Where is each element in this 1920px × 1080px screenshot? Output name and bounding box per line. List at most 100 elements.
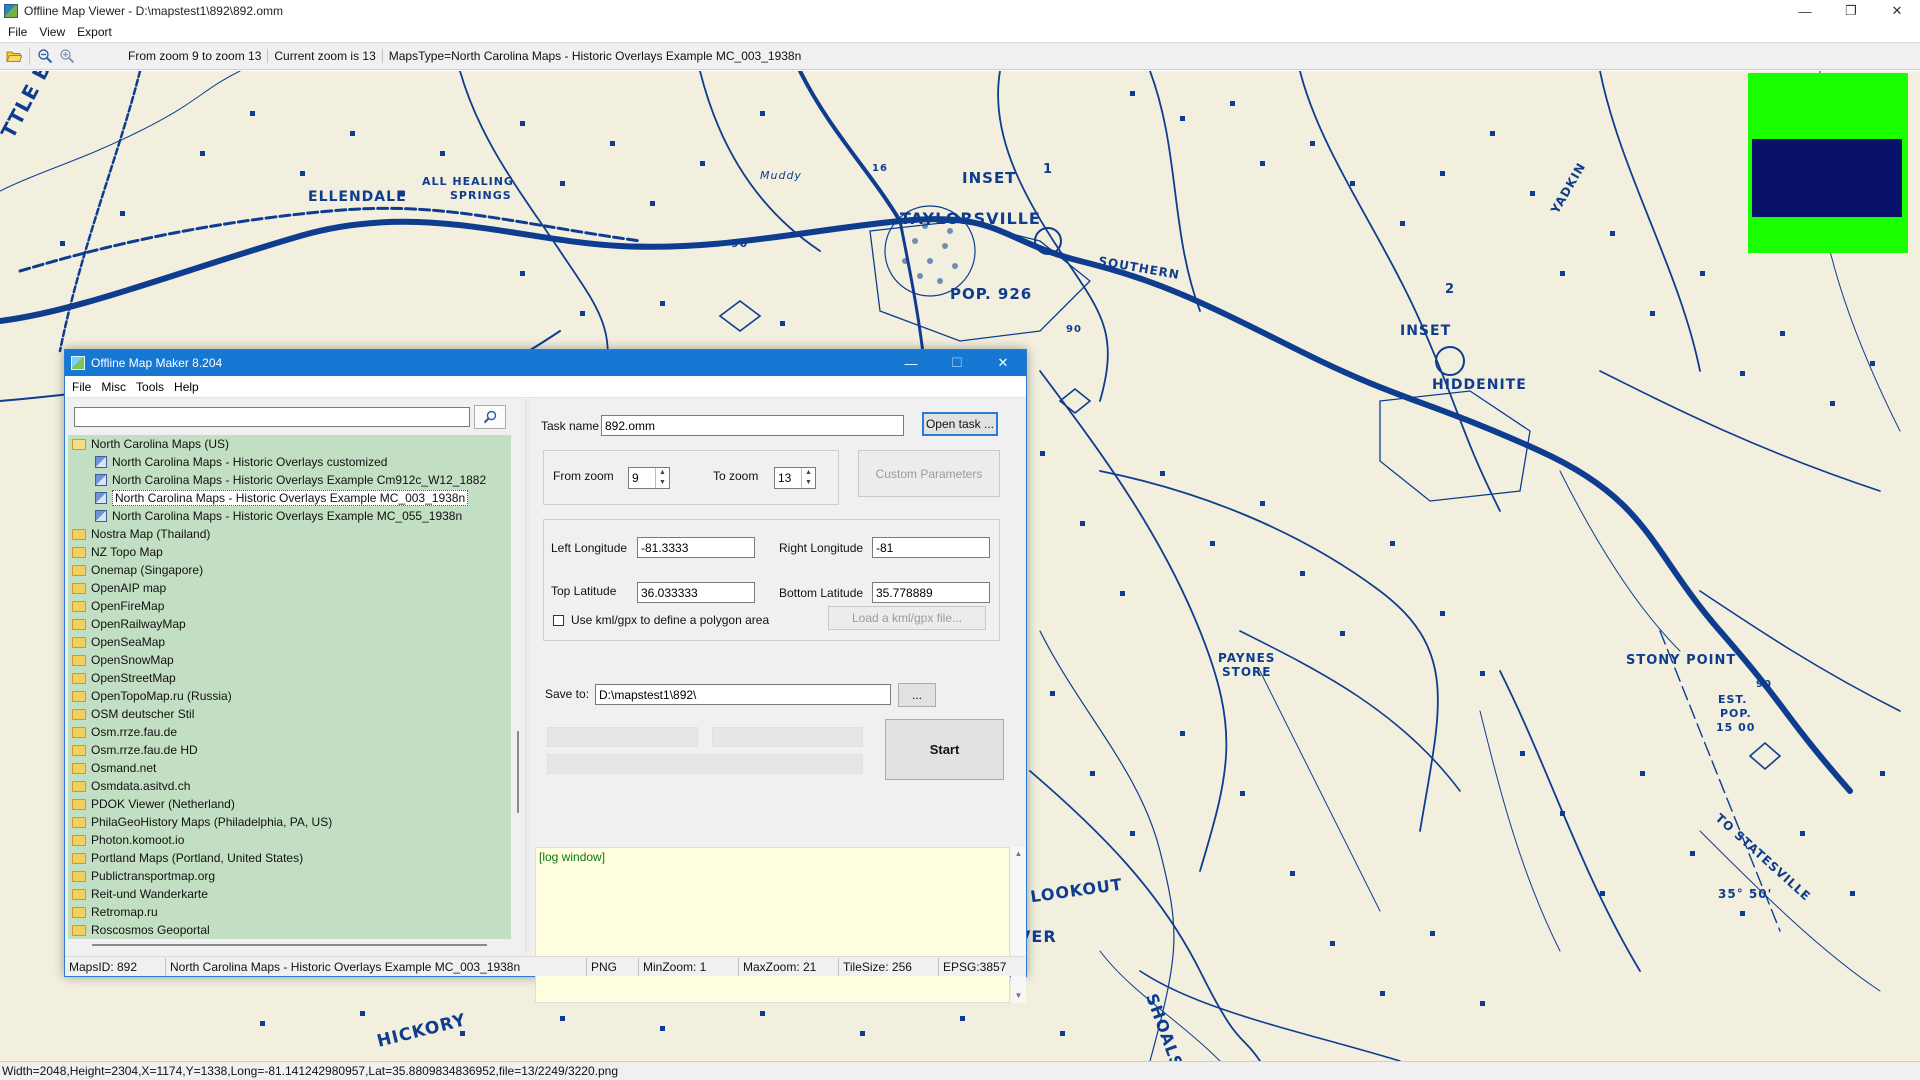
tree-folder-item[interactable]: OSM deutscher Stil <box>68 705 511 723</box>
right-longitude-label: Right Longitude <box>779 541 864 555</box>
open-task-button[interactable]: Open task ... <box>922 412 998 436</box>
tree-folder-item[interactable]: Retromap.ru <box>68 903 511 921</box>
folder-icon <box>72 636 86 648</box>
tree-folder-label: Portland Maps (Portland, United States) <box>91 851 304 865</box>
map-label-inset-right: INSET <box>1400 323 1452 339</box>
tree-folder-label: NZ Topo Map <box>91 545 163 559</box>
folder-icon <box>72 600 86 612</box>
tree-folder-item[interactable]: PDOK Viewer (Netherland) <box>68 795 511 813</box>
tree-folder-label: Osm.rrze.fau.de <box>91 725 178 739</box>
custom-parameters-button[interactable]: Custom Parameters <box>858 450 1000 497</box>
tree-folder-item[interactable]: OpenTopoMap.ru (Russia) <box>68 687 511 705</box>
overview-minimap[interactable] <box>1748 73 1908 253</box>
folder-icon <box>72 834 86 846</box>
tree-map-item[interactable]: North Carolina Maps - Historic Overlays … <box>68 471 511 489</box>
map-route-shield-90-b: 90 <box>1066 324 1082 335</box>
tree-folder-label: Nostra Map (Thailand) <box>91 527 211 541</box>
tree-folder-item[interactable]: OpenSnowMap <box>68 651 511 669</box>
menu-export[interactable]: Export <box>73 25 120 39</box>
from-zoom-value: 9 <box>632 471 639 485</box>
from-zoom-spinner[interactable]: 9 ▲ ▼ <box>628 467 670 489</box>
tree-folder-item[interactable]: OpenRailwayMap <box>68 615 511 633</box>
tree-folder-item[interactable]: OpenAIP map <box>68 579 511 597</box>
dialog-menu-help[interactable]: Help <box>171 380 206 394</box>
tree-folder-item[interactable]: NZ Topo Map <box>68 543 511 561</box>
tree-map-item[interactable]: North Carolina Maps - Historic Overlays … <box>68 507 511 525</box>
log-window[interactable]: [log window] <box>535 847 1010 1003</box>
tree-folder-label: PDOK Viewer (Netherland) <box>91 797 235 811</box>
map-circle-2: 2 <box>1445 282 1456 297</box>
task-name-input[interactable] <box>601 415 904 436</box>
tree-folder-item[interactable]: Osmdata.asitvd.ch <box>68 777 511 795</box>
dialog-close-button[interactable]: ✕ <box>980 350 1026 376</box>
right-longitude-input[interactable] <box>872 537 990 558</box>
tree-folder-expanded[interactable]: North Carolina Maps (US) <box>68 435 511 453</box>
tree-folder-item[interactable]: Osmand.net <box>68 759 511 777</box>
open-folder-icon[interactable] <box>3 45 25 67</box>
save-to-input[interactable] <box>595 684 891 705</box>
use-kml-label: Use kml/gpx to define a polygon area <box>571 613 770 627</box>
search-button[interactable] <box>474 405 506 429</box>
dialog-menu-bar: File Misc Tools Help <box>65 376 1026 398</box>
tree-folder-item[interactable]: PhilaGeoHistory Maps (Philadelphia, PA, … <box>68 813 511 831</box>
tree-folder-label: Photon.komoot.io <box>91 833 185 847</box>
tree-map-item[interactable]: North Carolina Maps - Historic Overlays … <box>68 453 511 471</box>
map-source-tree[interactable]: North Carolina Maps (US) North Carolina … <box>68 435 511 939</box>
scroll-up-icon[interactable]: ▲ <box>1011 847 1026 861</box>
close-button[interactable]: ✕ <box>1874 0 1920 22</box>
to-zoom-spinner[interactable]: 13 ▲ ▼ <box>774 467 816 489</box>
tree-folder-item[interactable]: Photon.komoot.io <box>68 831 511 849</box>
spin-up-icon[interactable]: ▲ <box>802 468 815 478</box>
tree-folder-item[interactable]: Osm.rrze.fau.de <box>68 723 511 741</box>
zoom-out-icon[interactable] <box>34 45 56 67</box>
dialog-menu-tools[interactable]: Tools <box>133 380 171 394</box>
use-kml-checkbox[interactable] <box>553 615 564 626</box>
tree-folder-item[interactable]: Nostra Map (Thailand) <box>68 525 511 543</box>
tree-folder-item[interactable]: OpenSeaMap <box>68 633 511 651</box>
tree-map-item-selected[interactable]: North Carolina Maps - Historic Overlays … <box>68 489 511 507</box>
left-longitude-input[interactable] <box>637 537 755 558</box>
to-zoom-value: 13 <box>778 471 792 485</box>
tree-folder-item[interactable]: Portland Maps (Portland, United States) <box>68 849 511 867</box>
dialog-maximize-button[interactable]: ☐ <box>934 350 980 376</box>
browse-folder-button[interactable]: ... <box>898 683 936 707</box>
tree-folder-item[interactable]: Osm.rrze.fau.de HD <box>68 741 511 759</box>
zoom-in-icon[interactable] <box>56 45 78 67</box>
current-zoom-text: Current zoom is 13 <box>268 49 383 63</box>
load-kml-button[interactable]: Load a kml/gpx file... <box>828 606 986 630</box>
maximize-button[interactable]: ❐ <box>1828 0 1874 22</box>
start-button[interactable]: Start <box>885 719 1004 780</box>
tree-horizontal-scrollbar[interactable] <box>68 941 511 949</box>
map-circle-1: 1 <box>1043 162 1054 177</box>
dialog-menu-file[interactable]: File <box>69 380 98 394</box>
tree-folder-label: OSM deutscher Stil <box>91 707 195 721</box>
tree-folder-label: Osm.rrze.fau.de HD <box>91 743 198 757</box>
tree-folder-label: North Carolina Maps (US) <box>91 437 230 451</box>
dialog-menu-misc[interactable]: Misc <box>98 380 133 394</box>
log-scrollbar[interactable]: ▲ ▼ <box>1011 847 1026 1003</box>
tree-folder-item[interactable]: OpenStreetMap <box>68 669 511 687</box>
spin-down-icon[interactable]: ▼ <box>802 478 815 488</box>
map-label-ellendale: ELLENDALE <box>308 189 407 205</box>
tree-folder-item[interactable]: Roscosmos Geoportal <box>68 921 511 939</box>
map-label-store: STORE <box>1222 665 1272 679</box>
top-latitude-input[interactable] <box>637 582 755 603</box>
tree-folder-item[interactable]: OpenFireMap <box>68 597 511 615</box>
status-max-zoom: MaxZoom: 21 <box>739 957 839 976</box>
menu-view[interactable]: View <box>35 25 73 39</box>
status-text: Width=2048,Height=2304,X=1174,Y=1338,Lon… <box>2 1064 619 1078</box>
menu-file[interactable]: File <box>4 25 35 39</box>
tree-folder-label: OpenSnowMap <box>91 653 174 667</box>
dialog-minimize-button[interactable]: — <box>888 350 934 376</box>
tree-folder-item[interactable]: Onemap (Singapore) <box>68 561 511 579</box>
spin-down-icon[interactable]: ▼ <box>656 478 669 488</box>
minimize-button[interactable]: — <box>1782 0 1828 22</box>
tree-vertical-scrollbar[interactable] <box>513 435 523 939</box>
tree-folder-item[interactable]: Reit-und Wanderkarte <box>68 885 511 903</box>
spin-up-icon[interactable]: ▲ <box>656 468 669 478</box>
minimap-viewport[interactable] <box>1752 139 1902 217</box>
bottom-latitude-input[interactable] <box>872 582 990 603</box>
map-search-input[interactable] <box>74 407 470 427</box>
tree-folder-item[interactable]: Publictransportmap.org <box>68 867 511 885</box>
scroll-down-icon[interactable]: ▼ <box>1011 989 1026 1003</box>
